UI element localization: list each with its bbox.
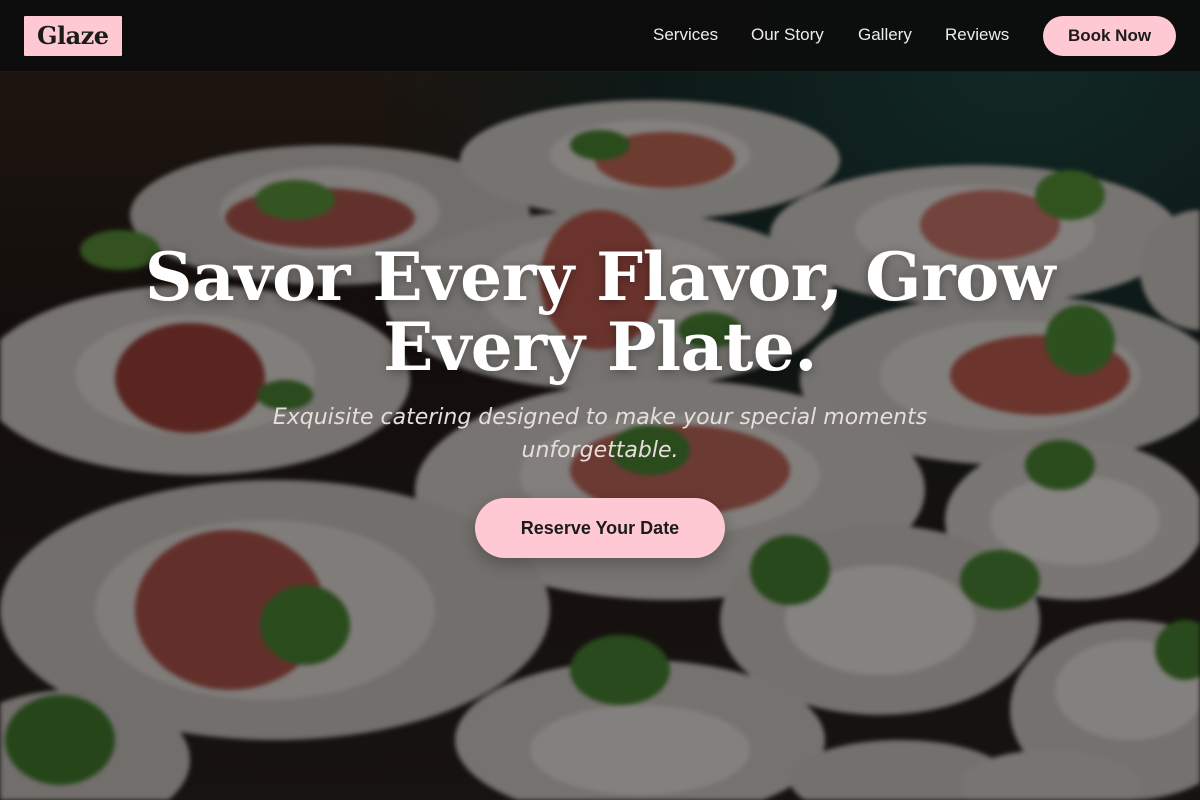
hero-title-line-2: Every Plate. — [383, 308, 817, 386]
nav-link-reviews[interactable]: Reviews — [945, 24, 1009, 46]
hero-overlay — [0, 0, 1200, 800]
hero-title-line-1: Savor Every Flavor, Grow — [144, 238, 1056, 316]
nav-link-our-story[interactable]: Our Story — [751, 24, 824, 46]
hero-title: Savor Every Flavor, Grow Every Plate. — [100, 242, 1100, 382]
hero-subtitle: Exquisite catering designed to make your… — [272, 405, 928, 463]
site-header: Glaze Services Our Story Gallery Reviews… — [0, 0, 1200, 72]
nav-link-services[interactable]: Services — [653, 24, 718, 46]
logo[interactable]: Glaze — [24, 16, 122, 56]
nav-link-gallery[interactable]: Gallery — [858, 24, 912, 46]
reserve-date-button[interactable]: Reserve Your Date — [475, 498, 725, 558]
book-now-button[interactable]: Book Now — [1043, 16, 1176, 56]
